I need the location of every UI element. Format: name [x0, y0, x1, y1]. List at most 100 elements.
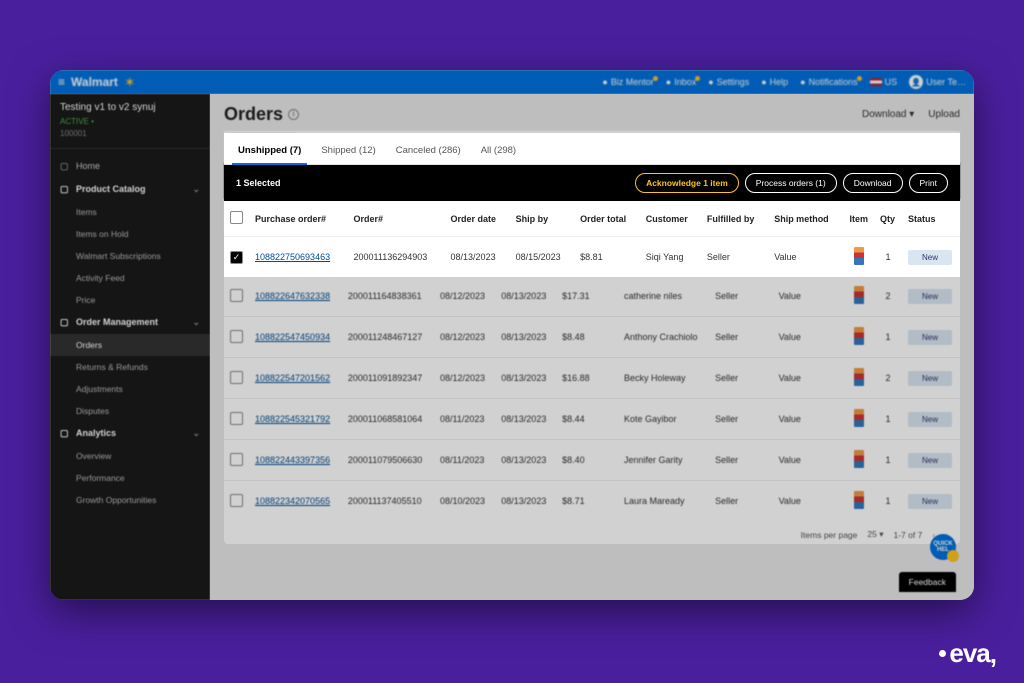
item-thumb-icon: [854, 327, 864, 345]
item-thumb-icon: [854, 368, 864, 386]
row-checkbox[interactable]: [230, 289, 243, 302]
upload-link[interactable]: Upload: [928, 109, 960, 120]
po-link[interactable]: 108822545321792: [255, 414, 330, 424]
order-number: 200011068581064: [342, 399, 434, 440]
print-button[interactable]: Print: [909, 173, 948, 193]
po-link[interactable]: 108822443397356: [255, 455, 330, 465]
sidebar-item-growth-opportunities[interactable]: Growth Opportunities: [50, 489, 210, 511]
status-badge: New: [908, 371, 952, 386]
page-range: 1-7 of 7: [893, 530, 922, 540]
store-name: Testing v1 to v2 synuj: [60, 102, 200, 113]
tab-all[interactable]: All (298): [479, 141, 518, 164]
select-all-checkbox[interactable]: [230, 211, 243, 224]
per-page-select[interactable]: 25 ▾: [867, 529, 883, 540]
po-link[interactable]: 108822342070565: [255, 496, 330, 506]
ship-method: Value: [773, 276, 844, 317]
topbar-notifications[interactable]: ●Notifications: [800, 77, 857, 87]
order-total: $8.44: [556, 399, 618, 440]
sidebar-item-analytics[interactable]: ▢Analytics⌄: [50, 422, 210, 445]
sidebar-item-disputes[interactable]: Disputes: [50, 400, 210, 422]
sidebar-nav: ▢Home▢Product Catalog⌄ItemsItems on Hold…: [50, 149, 210, 517]
topbar-settings[interactable]: ●Settings: [708, 77, 749, 87]
download-button[interactable]: Download: [843, 173, 903, 193]
order-date: 08/12/2023: [434, 358, 495, 399]
process-orders-----button[interactable]: Process orders (1): [745, 173, 837, 193]
po-link[interactable]: 108822750693463: [255, 252, 330, 262]
sidebar-item-returns---refunds[interactable]: Returns & Refunds: [50, 356, 210, 378]
sidebar-item-activity-feed[interactable]: Activity Feed: [50, 267, 210, 289]
header-actions: Download ▾ Upload: [862, 109, 960, 120]
topbar-brand[interactable]: ≡ Walmart ✶: [58, 74, 136, 91]
sidebar-item-orders[interactable]: Orders: [50, 334, 210, 356]
row-checkbox[interactable]: [230, 412, 243, 425]
chevron-down-icon: ⌄: [192, 428, 200, 439]
col-ship-by: Ship by: [510, 201, 575, 237]
row-checkbox[interactable]: ✓: [230, 251, 243, 264]
hamburger-icon[interactable]: ≡: [58, 75, 65, 89]
topbar-user-te-[interactable]: 👤User Te…: [909, 75, 966, 89]
topbar-us[interactable]: US: [870, 77, 898, 87]
order-total: $17.31: [556, 276, 618, 317]
ship-method: Value: [773, 481, 844, 522]
row-checkbox[interactable]: [230, 371, 243, 384]
order-date: 08/12/2023: [434, 317, 495, 358]
feedback-button[interactable]: Feedback: [899, 572, 956, 592]
col-order-: Order#: [348, 201, 445, 237]
highlight-region: Unshipped (7) Shipped (12) Canceled (286) A…: [224, 133, 960, 277]
customer-name: Kote Gayibor: [618, 399, 709, 440]
chevron-down-icon: ⌄: [192, 184, 200, 195]
order-date: 08/10/2023: [434, 481, 495, 522]
chevron-down-icon: ⌄: [192, 317, 200, 328]
row-checkbox[interactable]: [230, 453, 243, 466]
sidebar-item-adjustments[interactable]: Adjustments: [50, 378, 210, 400]
topbar-inbox[interactable]: ●Inbox: [666, 77, 696, 87]
info-icon[interactable]: i: [288, 109, 299, 120]
sidebar-item-items-on-hold[interactable]: Items on Hold: [50, 223, 210, 245]
sidebar-item-items[interactable]: Items: [50, 201, 210, 223]
sidebar-item-home[interactable]: ▢Home: [50, 155, 210, 178]
ship-method: Value: [773, 358, 844, 399]
topbar-item-label: User Te…: [926, 77, 966, 87]
sidebar-item-price[interactable]: Price: [50, 289, 210, 311]
order-number: 200011248467127: [342, 317, 434, 358]
order-number: 200011079506630: [342, 440, 434, 481]
status-badge: New: [908, 330, 952, 345]
po-link[interactable]: 108822547201562: [255, 373, 330, 383]
item-thumb-icon: [854, 247, 864, 265]
topbar-biz-mentor[interactable]: ●Biz Mentor: [602, 77, 653, 87]
sidebar-item-performance[interactable]: Performance: [50, 467, 210, 489]
app-window: ≡ Walmart ✶ ●Biz Mentor●Inbox●Settings●H…: [50, 70, 974, 600]
sidebar-item-overview[interactable]: Overview: [50, 445, 210, 467]
row-checkbox[interactable]: [230, 330, 243, 343]
home-icon: ▢: [60, 161, 70, 172]
sidebar-item-walmart-subscriptions[interactable]: Walmart Subscriptions: [50, 245, 210, 267]
sidebar-item-product-catalog[interactable]: ▢Product Catalog⌄: [50, 178, 210, 201]
sidebar-item-order-management[interactable]: ▢Order Management⌄: [50, 311, 210, 334]
item-thumb-icon: [854, 286, 864, 304]
tab-canceled[interactable]: Canceled (286): [394, 141, 463, 164]
tab-shipped[interactable]: Shipped (12): [319, 141, 377, 164]
qty: 2: [874, 276, 902, 317]
order-total: $16.88: [556, 358, 618, 399]
ship-method: Value: [768, 237, 843, 278]
status-badge: New: [908, 453, 952, 468]
order-number: 200011136294903: [348, 237, 445, 278]
status-badge: New: [908, 412, 952, 427]
po-link[interactable]: 108822647632338: [255, 291, 330, 301]
acknowledge---item-button[interactable]: Acknowledge 1 item: [635, 173, 739, 193]
store-id: 100001: [60, 129, 200, 138]
tab-unshipped[interactable]: Unshipped (7): [236, 141, 303, 164]
table-row: 10882234207056520001113740551008/10/2023…: [224, 481, 960, 522]
order-date: 08/11/2023: [434, 399, 495, 440]
ship-by: 08/13/2023: [495, 358, 556, 399]
po-link[interactable]: 108822547450934: [255, 332, 330, 342]
quick-help-button[interactable]: QUICK HEL: [930, 534, 956, 560]
table-row: 108822545321792 20001106858106408/11/2023…: [224, 399, 960, 440]
order-total: $8.71: [556, 481, 618, 522]
row-checkbox[interactable]: [230, 494, 243, 507]
topbar-help[interactable]: ●Help: [761, 77, 788, 87]
download-menu[interactable]: Download ▾: [862, 109, 914, 120]
help-icon: ●: [761, 77, 766, 87]
pagination: Items per page 25 ▾ 1-7 of 7 ‹ ›: [224, 521, 960, 544]
topbar-item-label: Biz Mentor: [611, 77, 654, 87]
